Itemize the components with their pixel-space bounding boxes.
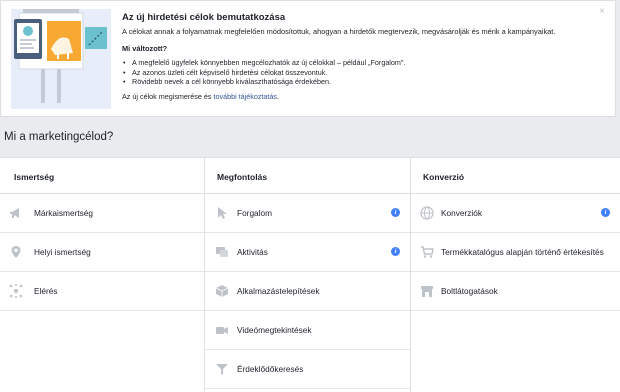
objective-grid: Ismertség Márkaismertség Helyi ismertség… [0,157,620,392]
notice-more-prefix: Az új célok megismerése és [122,91,214,101]
column-conversion: Konverzió Konverziók i Termékkatalógus a… [411,158,620,392]
objective-engagement[interactable]: Aktivitás i [205,233,410,272]
column-header: Megfontolás [205,158,410,194]
notice-bullet-list: A megfelelő ügyfelek könnyebben megcéloz… [122,58,592,87]
column-header: Konverzió [411,158,620,194]
objective-reach[interactable]: Elérés [0,272,204,311]
megaphone-icon [9,206,23,220]
funnel-icon [215,362,229,376]
notice-bullet: Rövidebb nevek a cél könnyebb kiválaszth… [122,77,592,87]
objectives-illustration [11,9,111,109]
objective-store-visits[interactable]: Boltlátogatások [411,272,620,311]
info-icon[interactable]: i [601,208,610,217]
notice-more-line: Az új célok megismerése és további tájék… [122,92,592,101]
reach-burst-icon [9,284,23,298]
location-pin-icon [9,245,23,259]
close-icon[interactable]: × [599,6,605,17]
objective-lead-generation[interactable]: Érdeklődőkeresés [205,350,410,389]
objective-label: Aktivitás [237,247,268,257]
notice-bullet: Az azonos üzleti célt képviselő hirdetés… [122,68,592,78]
objective-traffic[interactable]: Forgalom i [205,194,410,233]
objective-label: Elérés [34,286,58,296]
notice-title: Az új hirdetési célok bemutatkozása [122,12,286,23]
video-camera-icon [215,323,229,337]
objective-local-awareness[interactable]: Helyi ismertség [0,233,204,272]
objective-label: Termékkatalógus alapján történő értékesí… [441,247,604,257]
store-icon [420,284,434,298]
page-question: Mi a marketingcélod? [4,131,114,143]
notice-description: A célokat annak a folyamatnak megfelelőe… [122,27,556,36]
cart-icon [420,245,434,259]
objective-label: Érdeklődőkeresés [237,364,304,374]
objective-catalog-sales[interactable]: Termékkatalógus alapján történő értékesí… [411,233,620,272]
chat-bubbles-icon [215,245,229,259]
objective-conversions[interactable]: Konverziók i [411,194,620,233]
info-icon[interactable]: i [391,247,400,256]
objective-video-views[interactable]: Videómegtekintések [205,311,410,350]
notice-subtitle: Mi változott? [122,44,168,53]
more-info-link[interactable]: további tájékoztatás [213,92,277,101]
intro-notice: Az új hirdetési célok bemutatkozása A cé… [0,0,616,117]
objective-label: Konverziók [441,208,483,218]
column-awareness: Ismertség Márkaismertség Helyi ismertség… [0,158,205,392]
info-icon[interactable]: i [391,208,400,217]
objective-label: Forgalom [237,208,273,218]
objective-app-installs[interactable]: Alkalmazástelepítések [205,272,410,311]
globe-icon [420,206,434,220]
objective-brand-awareness[interactable]: Márkaismertség [0,194,204,233]
cursor-icon [215,206,229,220]
notice-bullet: A megfelelő ügyfelek könnyebben megcéloz… [122,58,592,68]
objective-label: Boltlátogatások [441,286,498,296]
box-icon [215,284,229,298]
column-header: Ismertség [0,158,204,194]
objective-label: Márkaismertség [34,208,94,218]
column-consideration: Megfontolás Forgalom i Aktivitás i Alkal… [205,158,411,392]
notice-more-suffix: . [277,91,280,101]
objective-label: Videómegtekintések [237,325,312,335]
objective-label: Alkalmazástelepítések [237,286,320,296]
objective-label: Helyi ismertség [34,247,91,257]
